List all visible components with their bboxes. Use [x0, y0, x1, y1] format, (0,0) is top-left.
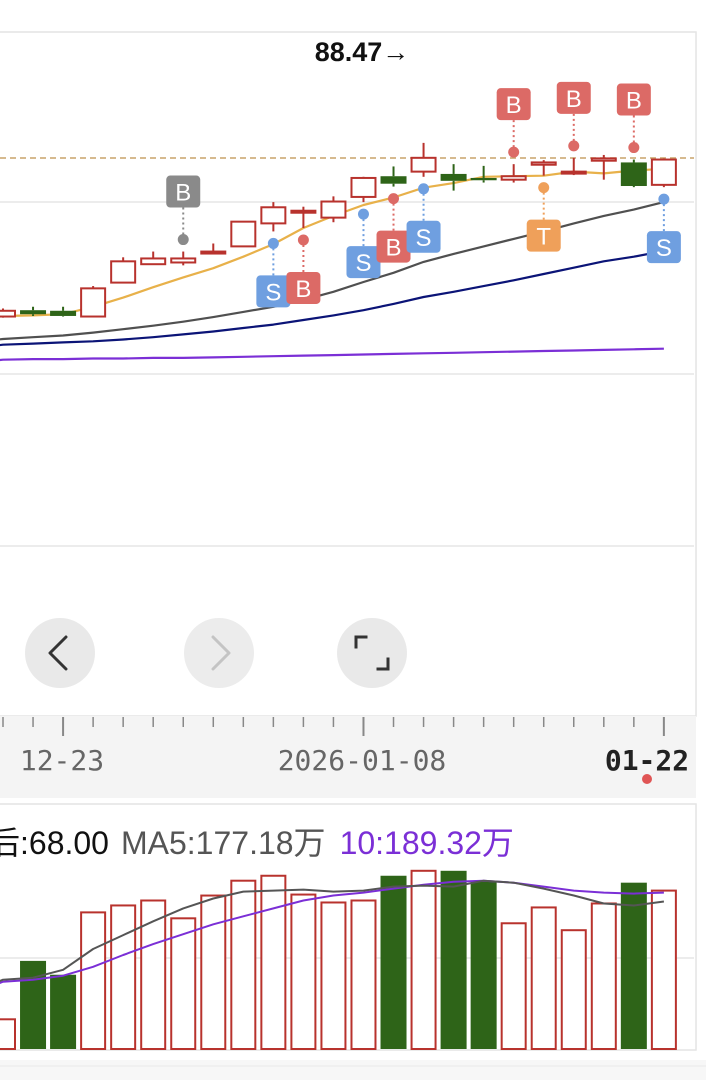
signal-label: B [626, 88, 642, 115]
candle-body [470, 177, 497, 181]
candle [230, 220, 257, 248]
volume-bar [590, 902, 617, 1050]
signal-label: S [416, 225, 432, 252]
signal-label: B [295, 276, 311, 303]
volume-ma5-value: MA5:177.18万 [120, 825, 326, 861]
chart-canvas: 88.47→ BS BSB SBTB BS 12-23 2026-01-08 01-2… [0, 31, 706, 1080]
volume-bar [230, 879, 257, 1051]
candle-body [230, 220, 257, 248]
signal-label: B [386, 235, 402, 262]
candle-body [170, 257, 197, 264]
candle [620, 159, 647, 188]
volume-ma10-value: 10:189.32万 [339, 825, 514, 861]
volume-bar [410, 869, 437, 1050]
candle-body [320, 200, 347, 219]
volume-bar [620, 882, 647, 1049]
candle-body [590, 157, 617, 162]
volume-current-value: 后:68.00 [0, 825, 109, 861]
candle-body [620, 162, 647, 187]
signal-dot [177, 234, 189, 246]
candle-body [110, 260, 137, 284]
volume-bar [500, 922, 527, 1051]
signal-dot [388, 193, 400, 205]
volume-bar [200, 894, 227, 1050]
peak-price-label: 88.47→ [315, 37, 410, 67]
candle-body [260, 206, 287, 225]
signal-label: S [265, 279, 281, 306]
candle-body [290, 209, 317, 214]
volume-bar [470, 880, 497, 1049]
signal-dot [297, 234, 309, 246]
prev-period-button[interactable] [25, 618, 95, 688]
next-period-button[interactable] [184, 618, 254, 688]
volume-bar [350, 899, 377, 1050]
volume-bar [560, 929, 587, 1051]
candle-body [530, 161, 557, 166]
candle [0, 308, 16, 318]
volume-bar [20, 960, 47, 1049]
signal-label: T [536, 224, 551, 251]
volume-bar [50, 974, 77, 1049]
candle-body [50, 310, 77, 316]
bottom-strip [0, 1060, 706, 1080]
volume-bar [320, 901, 347, 1050]
candle-body [20, 310, 47, 315]
next-button-bg [184, 618, 254, 688]
candle-body [380, 176, 407, 184]
x-tick-label-right: 01-22 [605, 744, 689, 777]
volume-bar [380, 875, 407, 1049]
signal-label: S [656, 235, 672, 262]
volume-bar [0, 1018, 16, 1050]
x-tick-label-left: 12-23 [20, 744, 104, 777]
fullscreen-button-bg [337, 618, 407, 688]
kline-chart-root: 88.47→ BSBSBSBTBBS 12-23 2026-01-08 01-2… [0, 0, 706, 1080]
candle-body [650, 158, 677, 186]
candle-body [0, 309, 16, 318]
volume-bar [110, 904, 137, 1051]
volume-bar [140, 899, 167, 1050]
volume-bar [440, 870, 467, 1049]
fullscreen-button[interactable] [337, 618, 407, 688]
candle-body [410, 156, 437, 173]
signal-dot [508, 146, 520, 158]
candle-body [80, 287, 107, 318]
signal-dot [568, 140, 580, 152]
candle-body [350, 176, 377, 198]
volume-bar [290, 893, 317, 1050]
candle [110, 257, 137, 284]
candle-body [140, 257, 167, 266]
candle [650, 158, 677, 188]
signal-dot [628, 142, 640, 154]
volume-bar [260, 874, 287, 1050]
latest-date-dot [642, 774, 652, 784]
signal-label: B [566, 86, 582, 113]
candle-body [440, 173, 467, 181]
signal-dot [418, 183, 430, 195]
volume-legend: 后:68.00 MA5:177.18万 10:189.32万 [0, 818, 526, 868]
signal-dot [658, 193, 670, 205]
signal-label: S [355, 250, 371, 277]
signal-dot [267, 237, 279, 249]
x-tick-label-mid: 2026-01-08 [278, 744, 447, 777]
candle-body [200, 250, 227, 255]
signal-label: B [506, 92, 522, 119]
candle-body [560, 170, 587, 175]
prev-button-bg [25, 618, 95, 688]
signal-dot [357, 208, 369, 220]
signal-label: B [175, 180, 191, 207]
volume-bar [80, 911, 107, 1050]
candle [80, 286, 107, 318]
volume-bar [530, 906, 557, 1050]
signal-dot [538, 182, 550, 194]
candle-body [500, 175, 527, 181]
volume-bar [650, 889, 677, 1050]
